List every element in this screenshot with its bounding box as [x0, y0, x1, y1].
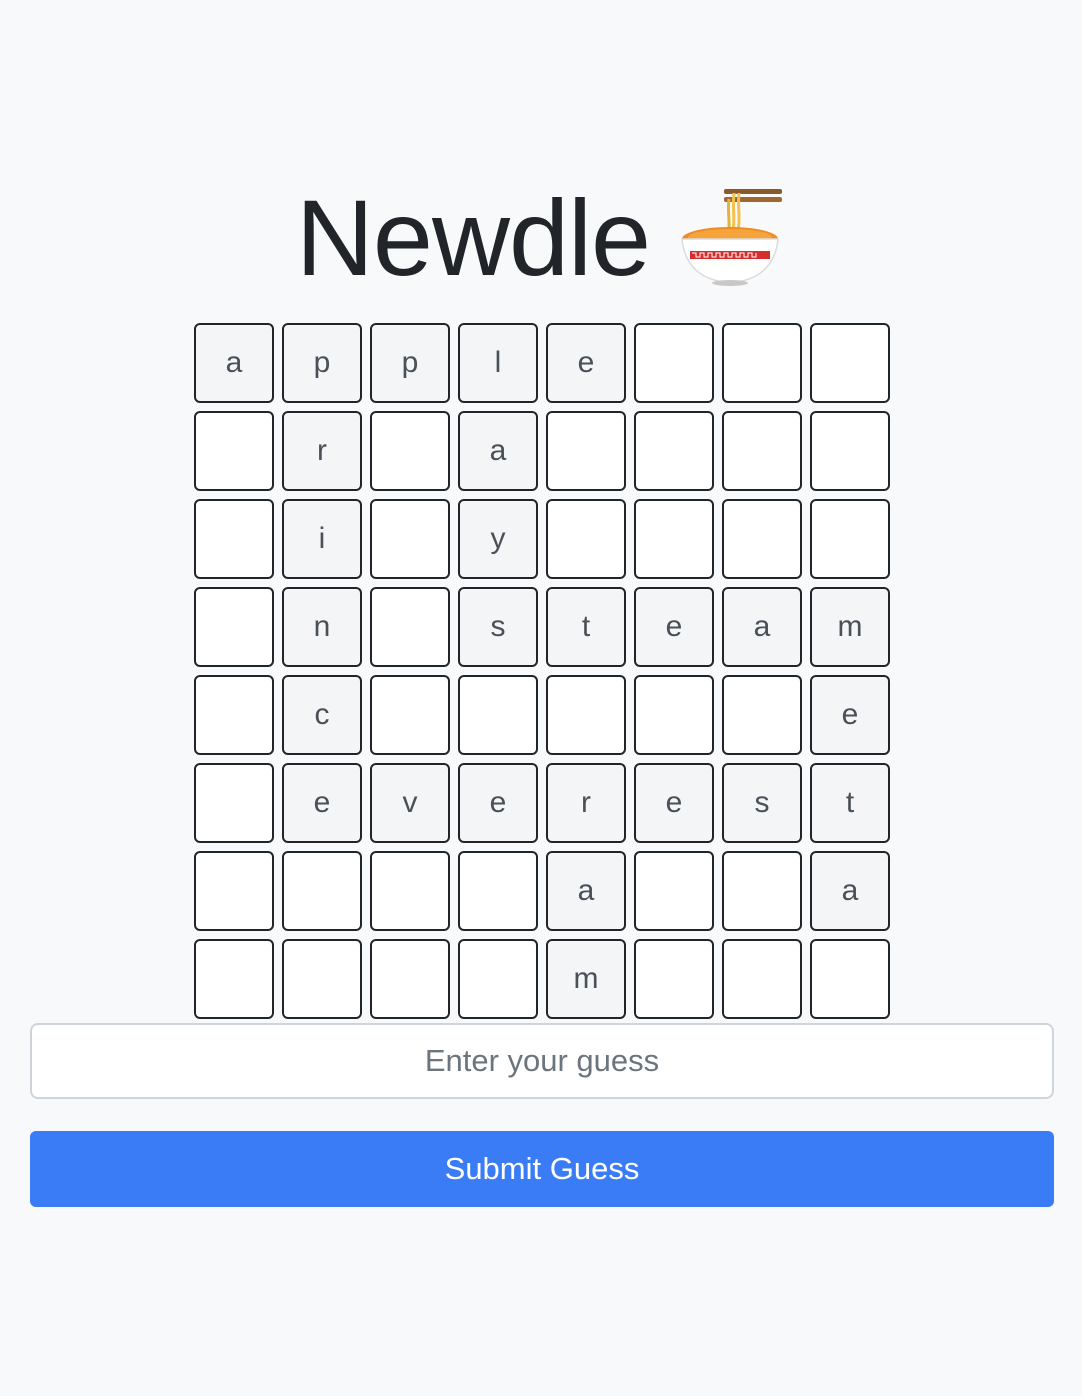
grid-cell: e [634, 587, 714, 667]
grid-cell [194, 675, 274, 755]
grid-cell [634, 939, 714, 1019]
grid-cell [370, 411, 450, 491]
grid-cell [282, 939, 362, 1019]
grid-cell: y [458, 499, 538, 579]
grid-cell [370, 587, 450, 667]
grid-cell [546, 675, 626, 755]
grid-cell [722, 939, 802, 1019]
grid-cell [810, 939, 890, 1019]
game-page: Newdle appleraiyn s t e a m c e e v e r … [0, 0, 1082, 1396]
grid-cell: p [282, 323, 362, 403]
grid-cell [810, 323, 890, 403]
grid-cell: m [546, 939, 626, 1019]
grid-cell [194, 763, 274, 843]
submit-guess-button[interactable]: Submit Guess [30, 1131, 1054, 1207]
grid-cell [722, 411, 802, 491]
grid-cell [458, 675, 538, 755]
grid-cell: a [722, 587, 802, 667]
grid-cell [546, 411, 626, 491]
grid-cell [634, 851, 714, 931]
grid-cell: r [282, 411, 362, 491]
guess-input[interactable] [30, 1023, 1054, 1099]
grid-cell: e [810, 675, 890, 755]
grid-cell: e [546, 323, 626, 403]
grid-cell [194, 939, 274, 1019]
grid-cell: v [370, 763, 450, 843]
grid-cell: e [458, 763, 538, 843]
grid-cell [634, 499, 714, 579]
grid-cell [810, 499, 890, 579]
grid-cell [194, 499, 274, 579]
header: Newdle [0, 178, 1082, 298]
grid-cell: e [282, 763, 362, 843]
grid-cell [634, 675, 714, 755]
grid-cell [458, 939, 538, 1019]
grid-cell: c [282, 675, 362, 755]
grid-cell: t [546, 587, 626, 667]
grid-cell [370, 675, 450, 755]
grid-cell: r [546, 763, 626, 843]
grid-cell [370, 851, 450, 931]
grid-cell: s [722, 763, 802, 843]
grid-cell: s [458, 587, 538, 667]
grid-cell: p [370, 323, 450, 403]
steaming-bowl-icon [676, 179, 786, 289]
grid-cell [282, 851, 362, 931]
letter-grid: appleraiynsteamceeverestaam [194, 323, 890, 1019]
grid-cell: n [282, 587, 362, 667]
grid-cell: a [194, 323, 274, 403]
grid-cell [810, 411, 890, 491]
grid-cell: a [546, 851, 626, 931]
grid-cell [194, 587, 274, 667]
grid-cell [458, 851, 538, 931]
grid-cell [194, 411, 274, 491]
grid-cell [370, 499, 450, 579]
grid-cell [194, 851, 274, 931]
grid-cell: i [282, 499, 362, 579]
grid-cell [722, 323, 802, 403]
grid-cell [370, 939, 450, 1019]
grid-cell [722, 499, 802, 579]
grid-cell [546, 499, 626, 579]
grid-cell [722, 675, 802, 755]
grid-cell: a [458, 411, 538, 491]
grid-cell: l [458, 323, 538, 403]
page-title: Newdle [295, 177, 651, 298]
grid-cell: a [810, 851, 890, 931]
grid-cell: t [810, 763, 890, 843]
grid-cell: m [810, 587, 890, 667]
grid-cell: e [634, 763, 714, 843]
grid-cell [634, 411, 714, 491]
grid-cell [722, 851, 802, 931]
grid-cell [634, 323, 714, 403]
